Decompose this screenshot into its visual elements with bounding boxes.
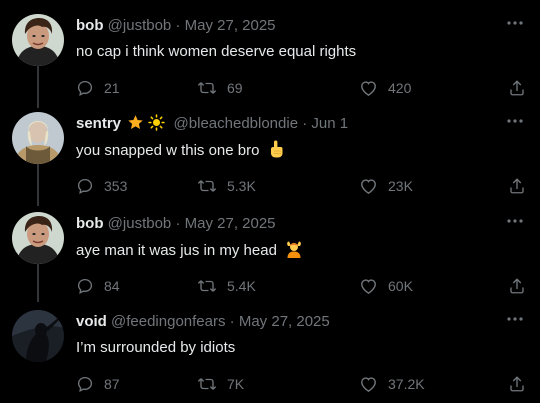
more-options-icon[interactable] bbox=[504, 110, 526, 132]
display-name[interactable]: void bbox=[76, 313, 107, 330]
retweet-button[interactable]: 5.3K bbox=[197, 176, 256, 196]
reply-count: 87 bbox=[104, 376, 120, 392]
tweet[interactable]: bob @justbob · May 27, 2025 aye man it w… bbox=[0, 212, 540, 296]
person-gesturing-ok-icon bbox=[285, 240, 303, 264]
tweet[interactable]: bob @justbob · May 27, 2025 no cap i thi… bbox=[0, 14, 540, 98]
retweet-count: 5.3K bbox=[227, 178, 256, 194]
heart-icon bbox=[361, 179, 376, 194]
like-button[interactable]: 420 bbox=[359, 78, 411, 98]
sun-icon bbox=[148, 114, 166, 131]
retweet-button[interactable]: 5.4K bbox=[197, 276, 256, 296]
like-button[interactable]: 60K bbox=[359, 276, 413, 296]
reply-icon bbox=[77, 278, 93, 294]
tweet-header: sentry @bleachedblondie · Jun 1 bbox=[76, 114, 500, 134]
tweet-text-content: no cap i think women deserve equal right… bbox=[76, 43, 357, 60]
avatar[interactable] bbox=[12, 310, 64, 362]
reply-icon bbox=[77, 80, 93, 96]
reply-count: 353 bbox=[104, 178, 128, 194]
tweet-header: bob @justbob · May 27, 2025 bbox=[76, 214, 500, 234]
reply-button[interactable]: 84 bbox=[76, 276, 120, 296]
tweet-date[interactable]: Jun 1 bbox=[311, 115, 348, 132]
tweet-text-content: I’m surrounded by idiots bbox=[76, 339, 236, 356]
reply-thread: bob @justbob · May 27, 2025 no cap i thi… bbox=[0, 0, 540, 403]
share-button[interactable] bbox=[508, 176, 526, 196]
display-name[interactable]: bob bbox=[76, 17, 104, 34]
display-name[interactable]: sentry bbox=[76, 115, 121, 132]
share-icon bbox=[510, 80, 524, 96]
action-bar: 84 5.4K 60K bbox=[76, 276, 528, 296]
user-handle[interactable]: @justbob bbox=[108, 17, 172, 34]
tweet[interactable]: void @feedingonfears · May 27, 2025 I’m … bbox=[0, 310, 540, 394]
retweet-count: 7K bbox=[227, 376, 245, 392]
more-options-icon[interactable] bbox=[504, 308, 526, 330]
tweet-header: bob @justbob · May 27, 2025 bbox=[76, 16, 500, 36]
heart-icon bbox=[361, 81, 376, 96]
tweet-date[interactable]: May 27, 2025 bbox=[185, 215, 276, 232]
reply-button[interactable]: 87 bbox=[76, 374, 120, 394]
reply-icon bbox=[77, 178, 93, 194]
user-handle[interactable]: @justbob bbox=[108, 215, 172, 232]
star-icon bbox=[128, 115, 143, 129]
action-bar: 21 69 420 bbox=[76, 78, 528, 98]
more-options-icon[interactable] bbox=[504, 12, 526, 34]
retweet-icon bbox=[197, 82, 217, 94]
tweet-text: you snapped w this one bro bbox=[76, 140, 520, 164]
like-button[interactable]: 37.2K bbox=[359, 374, 425, 394]
avatar[interactable] bbox=[12, 14, 64, 66]
reply-count: 84 bbox=[104, 278, 120, 294]
tweet-date[interactable]: May 27, 2025 bbox=[239, 313, 330, 330]
heart-icon bbox=[361, 279, 376, 294]
share-icon bbox=[510, 376, 524, 392]
separator-dot: · bbox=[175, 215, 181, 232]
share-icon bbox=[510, 278, 524, 294]
tweet-text: I’m surrounded by idiots bbox=[76, 338, 520, 358]
tweet-text: aye man it was jus in my head bbox=[76, 240, 520, 264]
share-button[interactable] bbox=[508, 374, 526, 394]
like-count: 23K bbox=[388, 178, 413, 194]
share-icon bbox=[510, 178, 524, 194]
user-handle[interactable]: @feedingonfears bbox=[111, 313, 225, 330]
display-name[interactable]: bob bbox=[76, 215, 104, 232]
separator-dot: · bbox=[302, 115, 308, 132]
action-bar: 87 7K 37.2K bbox=[76, 374, 528, 394]
action-bar: 353 5.3K 23K bbox=[76, 176, 528, 196]
retweet-icon bbox=[197, 378, 217, 390]
retweet-button[interactable]: 7K bbox=[197, 374, 244, 394]
tweet[interactable]: sentry @bleachedblondie · Jun 1 you snap… bbox=[0, 112, 540, 196]
reply-button[interactable]: 21 bbox=[76, 78, 120, 98]
like-count: 37.2K bbox=[388, 376, 425, 392]
avatar[interactable] bbox=[12, 112, 64, 164]
retweet-count: 5.4K bbox=[227, 278, 256, 294]
tweet-header: void @feedingonfears · May 27, 2025 bbox=[76, 312, 500, 332]
retweet-icon bbox=[197, 180, 217, 192]
pointing-up-icon bbox=[268, 140, 284, 164]
tweet-date[interactable]: May 27, 2025 bbox=[185, 17, 276, 34]
more-options-icon[interactable] bbox=[504, 210, 526, 232]
separator-dot: · bbox=[175, 17, 181, 34]
reply-icon bbox=[77, 376, 93, 392]
like-count: 420 bbox=[388, 80, 412, 96]
profile-badges bbox=[127, 114, 166, 137]
tweet-text-content: you snapped w this one bro bbox=[76, 142, 260, 159]
tweet-text-content: aye man it was jus in my head bbox=[76, 242, 277, 259]
user-handle[interactable]: @bleachedblondie bbox=[174, 115, 299, 132]
share-button[interactable] bbox=[508, 276, 526, 296]
retweet-count: 69 bbox=[227, 80, 243, 96]
heart-icon bbox=[361, 377, 376, 392]
like-button[interactable]: 23K bbox=[359, 176, 413, 196]
separator-dot: · bbox=[229, 313, 235, 330]
retweet-icon bbox=[197, 280, 217, 292]
reply-count: 21 bbox=[104, 80, 120, 96]
reply-button[interactable]: 353 bbox=[76, 176, 127, 196]
share-button[interactable] bbox=[508, 78, 526, 98]
like-count: 60K bbox=[388, 278, 413, 294]
retweet-button[interactable]: 69 bbox=[197, 78, 243, 98]
tweet-text: no cap i think women deserve equal right… bbox=[76, 42, 520, 62]
avatar[interactable] bbox=[12, 212, 64, 264]
